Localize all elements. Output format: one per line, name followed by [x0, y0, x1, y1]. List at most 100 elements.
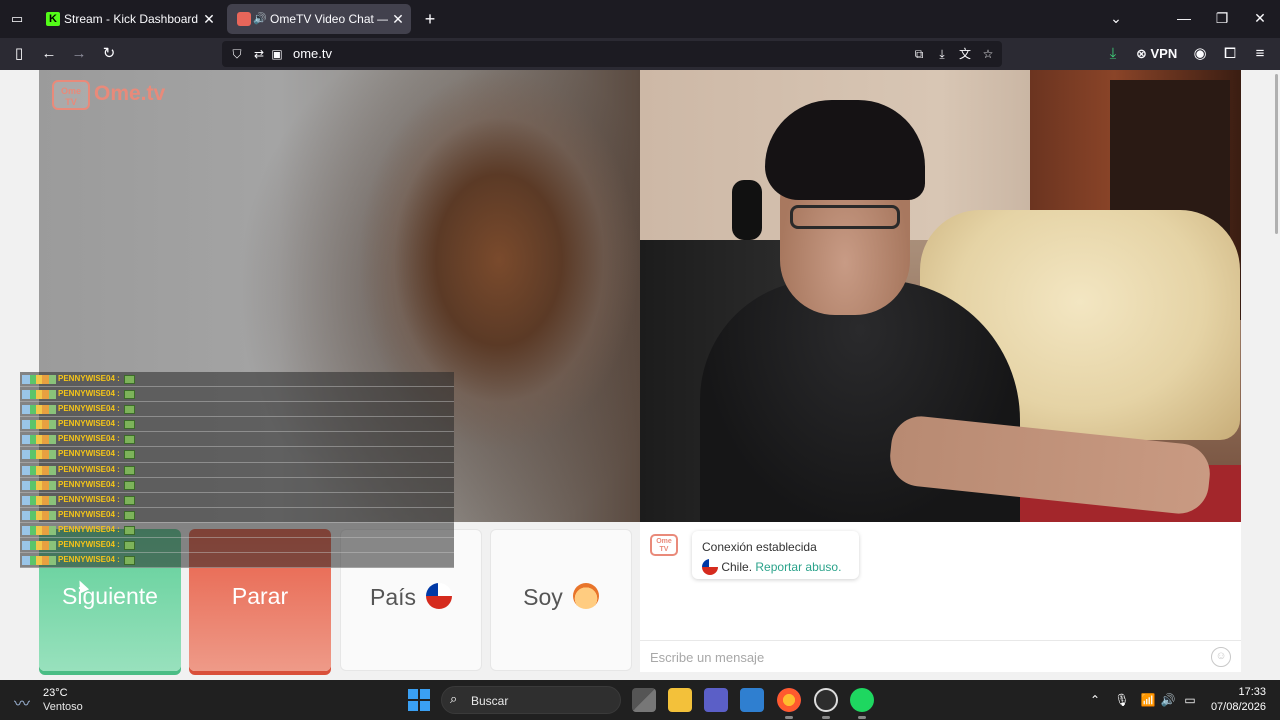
spotify-icon[interactable]: [850, 688, 874, 712]
chat-username: PENNYWISE04 :: [58, 509, 120, 519]
stream-chat-line: PENNYWISE04 :: [20, 417, 454, 433]
scrollbar-thumb[interactable]: [1275, 74, 1278, 234]
close-window-button[interactable]: ✕: [1250, 8, 1270, 28]
tab-ometv[interactable]: 🔊 OmeTV Video Chat — Ome ✕: [227, 4, 411, 34]
stream-chat-line: PENNYWISE04 :: [20, 553, 454, 569]
save-to-pocket-icon[interactable]: ⤓: [933, 45, 951, 63]
task-view-icon[interactable]: [632, 688, 656, 712]
tab-kick-dashboard[interactable]: K Stream - Kick Dashboard ✕: [36, 4, 222, 34]
stream-chat-line: PENNYWISE04 :: [20, 402, 454, 418]
stream-chat-line: PENNYWISE04 :: [20, 538, 454, 554]
chat-username: PENNYWISE04 :: [58, 524, 120, 534]
emote-icon: [124, 541, 135, 551]
user-badges-icon: [22, 405, 56, 415]
teams-icon[interactable]: [704, 688, 728, 712]
emote-icon: [124, 420, 135, 430]
back-icon[interactable]: ←: [38, 43, 60, 65]
user-badges-icon: [22, 390, 56, 400]
emote-icon: [124, 495, 135, 505]
emote-icon: [124, 450, 135, 460]
minimize-button[interactable]: —: [1174, 8, 1194, 28]
firefox-icon[interactable]: [777, 688, 801, 712]
ometv-icon: [237, 12, 251, 26]
close-tab-icon[interactable]: ✕: [202, 4, 216, 34]
chat-username: PENNYWISE04 :: [58, 555, 120, 565]
browser-tab-strip: ▭ K Stream - Kick Dashboard ✕ 🔊 OmeTV Vi…: [0, 0, 1280, 38]
sidebar-icon[interactable]: ▯: [8, 43, 30, 65]
translate-icon[interactable]: 文: [956, 45, 974, 63]
volume-icon[interactable]: 🔊: [1160, 692, 1176, 708]
gender-button[interactable]: Soy: [490, 529, 632, 671]
weather-description: Ventoso: [43, 701, 83, 713]
bookmark-star-icon[interactable]: ☆: [979, 45, 997, 63]
speaker-icon[interactable]: 🔊: [253, 4, 267, 34]
stream-chat-overlay: PENNYWISE04 : PENNYWISE04 : PENNYWISE04 : P…: [20, 372, 454, 569]
system-clock[interactable]: 17:33 07/08/2026: [1206, 685, 1266, 715]
user-badges-icon: [22, 480, 56, 490]
clock-time: 17:33: [1238, 686, 1266, 698]
download-icon[interactable]: ⤓: [1102, 43, 1124, 65]
chat-username: PENNYWISE04 :: [58, 494, 120, 504]
microphone-icon[interactable]: 🎙: [1114, 692, 1130, 708]
emote-icon: [124, 480, 135, 490]
vpn-label: VPN: [1150, 46, 1178, 61]
message-input-bar: ☺: [640, 640, 1241, 672]
chat-username: PENNYWISE04 :: [58, 389, 120, 399]
weather-widget[interactable]: 〰 23°C Ventoso: [14, 686, 104, 714]
user-badges-icon: [22, 495, 56, 505]
search-label: Buscar: [471, 694, 509, 708]
wifi-icon[interactable]: 📶: [1140, 692, 1156, 708]
microsoft-store-icon[interactable]: [740, 688, 764, 712]
vpn-button[interactable]: ⊗ VPN: [1136, 43, 1177, 65]
address-bar[interactable]: ⛉ ⇄ ▣ ome.tv ⧉ ⤓ 文 ☆: [222, 41, 1002, 67]
reload-icon[interactable]: ↻: [98, 43, 120, 65]
self-video: [640, 70, 1241, 522]
user-badges-icon: [22, 420, 56, 430]
spotify-active-indicator: [858, 716, 866, 719]
tab-overflow-chevron-icon[interactable]: ⌄: [1106, 8, 1126, 28]
picture-in-picture-icon[interactable]: ⧉: [910, 45, 928, 63]
chat-username: PENNYWISE04 :: [58, 404, 120, 414]
tab-list-icon[interactable]: ▭: [6, 8, 28, 30]
emoji-icon[interactable]: ☺: [1211, 647, 1231, 667]
start-button[interactable]: [408, 689, 430, 711]
emote-icon: [124, 435, 135, 445]
taskbar-search[interactable]: ⌕ Buscar: [441, 686, 621, 714]
battery-icon[interactable]: ▭: [1182, 692, 1198, 708]
menu-icon[interactable]: ≡: [1249, 43, 1271, 65]
user-badges-icon: [22, 465, 56, 475]
emote-icon: [124, 375, 135, 384]
chat-username: PENNYWISE04 :: [58, 434, 120, 444]
system-message: Conexión establecida Chile. Reportar abu…: [692, 531, 859, 579]
person-face-icon: [572, 582, 599, 609]
ometv-page: Ome TV Ome.tv Siguiente Parar País Soy PE…: [0, 70, 1280, 680]
maximize-button[interactable]: ❐: [1212, 8, 1232, 28]
user-badges-icon: [22, 510, 56, 520]
permissions-icon[interactable]: ⇄: [250, 45, 268, 63]
emote-icon: [124, 465, 135, 475]
emote-icon: [124, 390, 135, 400]
camera-icon[interactable]: ▣: [268, 45, 286, 63]
extensions-icon[interactable]: ⧠: [1219, 43, 1241, 65]
report-abuse-link[interactable]: Reportar abuso.: [755, 560, 841, 574]
close-tab-icon[interactable]: ✕: [391, 4, 405, 34]
user-badges-icon: [22, 525, 56, 535]
ometv-logo-text: Ome.tv: [94, 82, 166, 105]
page-scrollbar[interactable]: [1272, 70, 1280, 680]
stream-chat-line: PENNYWISE04 :: [20, 493, 454, 508]
emote-icon: [124, 405, 135, 415]
clock-date: 07/08/2026: [1210, 701, 1266, 713]
user-badges-icon: [22, 435, 56, 445]
obs-icon[interactable]: [814, 688, 838, 712]
forward-icon[interactable]: →: [68, 43, 90, 65]
url-text[interactable]: ome.tv: [293, 41, 332, 67]
message-input[interactable]: [650, 647, 1190, 667]
chat-username: PENNYWISE04 :: [58, 540, 120, 550]
partner-country: Chile.: [721, 560, 753, 574]
firefox-active-indicator: [785, 716, 793, 719]
new-tab-button[interactable]: +: [420, 6, 440, 32]
account-icon[interactable]: ◉: [1189, 43, 1211, 65]
shield-icon[interactable]: ⛉: [228, 45, 246, 63]
file-explorer-icon[interactable]: [668, 688, 692, 712]
tray-overflow-chevron-icon[interactable]: ⌃: [1087, 692, 1103, 708]
